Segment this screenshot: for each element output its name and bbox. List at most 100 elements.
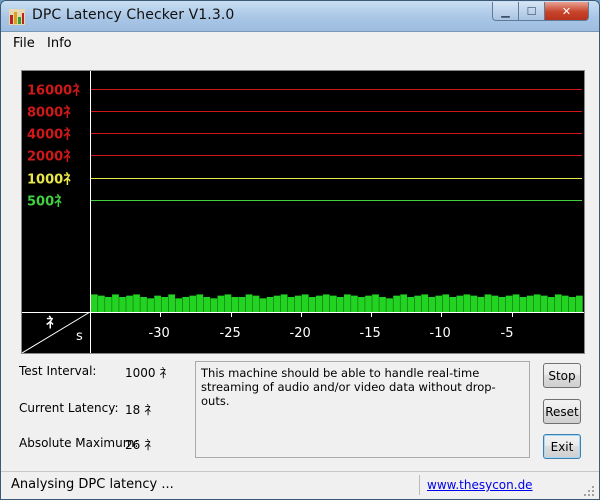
- latency-bar: [140, 296, 147, 312]
- latency-bar: [273, 295, 281, 312]
- latency-bar: [301, 294, 309, 312]
- latency-bar: [484, 294, 492, 312]
- latency-bar: [512, 294, 520, 312]
- title-bar[interactable]: DPC Latency Checker V1.3.0 ▁ ☐ ✕: [1, 1, 599, 32]
- latency-bar: [337, 296, 344, 312]
- latency-bar: [421, 294, 429, 312]
- latency-bar: [526, 295, 534, 312]
- latency-bar: [561, 295, 569, 312]
- latency-bar: [393, 295, 400, 312]
- status-message-box: This machine should be able to handle re…: [195, 361, 530, 458]
- resize-grip-icon[interactable]: [583, 485, 595, 497]
- latency-bar: [231, 296, 239, 312]
- reset-button[interactable]: Reset: [543, 399, 581, 424]
- latency-bar: [133, 294, 140, 312]
- latency-bar: [168, 294, 176, 312]
- latency-bar: [519, 296, 527, 312]
- latency-bar: [358, 296, 365, 312]
- menu-bar: File Info: [7, 32, 593, 56]
- latency-bar: [189, 295, 197, 312]
- x-tick-label: -20: [290, 326, 311, 341]
- x-tick-label: -15: [360, 326, 381, 341]
- latency-bar: [568, 296, 576, 312]
- latency-bar: [470, 295, 478, 312]
- y-tick-label: 16000礻: [27, 83, 85, 99]
- x-unit-label: s: [76, 329, 83, 344]
- status-separator: [419, 475, 420, 495]
- latency-bar: [266, 296, 274, 312]
- latency-bar: [547, 296, 555, 312]
- test-interval-value: 1000 礻: [125, 366, 172, 380]
- latency-bar: [105, 296, 112, 312]
- website-link[interactable]: www.thesycon.de: [427, 478, 533, 492]
- menu-file[interactable]: File: [13, 36, 35, 51]
- x-tick-label: -30: [149, 326, 170, 341]
- latency-bar: [210, 298, 218, 312]
- x-tick-label: -25: [220, 326, 241, 341]
- latency-bar: [126, 295, 133, 312]
- maximize-button[interactable]: ☐: [518, 2, 545, 21]
- y-unit-label: 礻: [46, 315, 59, 331]
- x-tick-label: -5: [501, 326, 514, 341]
- latency-bar: [147, 298, 154, 312]
- stop-button[interactable]: Stop: [543, 363, 581, 388]
- latency-bar: [245, 294, 253, 312]
- exit-button[interactable]: Exit: [543, 434, 581, 459]
- latency-bar: [400, 294, 407, 312]
- latency-bar: [315, 295, 323, 312]
- latency-bar: [196, 294, 204, 312]
- latency-bar: [329, 295, 337, 312]
- latency-bar: [344, 294, 351, 312]
- latency-bar: [477, 296, 485, 312]
- latency-bar: [379, 296, 386, 312]
- latency-bar: [119, 296, 126, 312]
- latency-bar: [287, 296, 295, 312]
- menu-info[interactable]: Info: [47, 36, 72, 51]
- minimize-button[interactable]: ▁: [492, 2, 519, 21]
- latency-bar: [365, 295, 372, 312]
- app-window: DPC Latency Checker V1.3.0 ▁ ☐ ✕ File In…: [0, 0, 600, 500]
- latency-bar: [322, 294, 330, 312]
- latency-bar: [407, 296, 415, 312]
- app-bar-chart-icon: [9, 9, 25, 25]
- y-tick-label: 1000礻: [27, 172, 76, 188]
- latency-bar: [554, 294, 562, 312]
- latency-bar: [252, 295, 260, 312]
- latency-bar: [575, 295, 583, 312]
- latency-bar: [154, 295, 161, 312]
- current-latency-value: 18 礻: [125, 403, 157, 417]
- y-tick-label: 2000礻: [27, 149, 76, 165]
- latency-bar: [217, 295, 225, 312]
- latency-chart: 16000礻 8000礻 4000礻 2000礻 1000礻 500礻礻 s -30 -25 -2…: [21, 70, 585, 354]
- latency-bar: [463, 294, 471, 312]
- latency-chart-svg: 16000礻 8000礻 4000礻 2000礻 1000礻 500礻礻 s -30 -25 -2…: [22, 71, 584, 353]
- latency-bar: [280, 294, 288, 312]
- client-area: File Info 16000礻 8000礻 4000礻 2000礻 1000礻 500礻…: [7, 32, 593, 476]
- latency-bar: [351, 295, 358, 312]
- latency-bar: [498, 296, 506, 312]
- latency-bar: [175, 298, 183, 312]
- current-latency-label: Current Latency:: [19, 401, 119, 415]
- latency-bar: [91, 294, 98, 312]
- status-text: Analysing DPC latency ...: [11, 477, 174, 492]
- x-tick-label: -10: [430, 326, 451, 341]
- latency-bar: [533, 294, 541, 312]
- y-tick-label: 8000礻: [27, 105, 76, 121]
- latency-bar: [294, 295, 302, 312]
- latency-bar: [203, 296, 211, 312]
- latency-bar: [428, 296, 436, 312]
- latency-bar: [238, 296, 246, 312]
- absolute-maximum-label: Absolute Maximum:: [19, 436, 139, 450]
- window-title: DPC Latency Checker V1.3.0: [32, 7, 235, 23]
- status-bar: Analysing DPC latency ... www.thesycon.d…: [1, 471, 599, 499]
- latency-bar: [442, 294, 450, 312]
- latency-bar: [98, 295, 105, 312]
- close-button[interactable]: ✕: [544, 2, 589, 21]
- latency-bar: [224, 294, 232, 312]
- latency-bar: [505, 295, 513, 312]
- latency-bar: [112, 294, 119, 312]
- y-tick-label: 4000礻: [27, 127, 76, 143]
- latency-bar: [540, 295, 548, 312]
- latency-bar: [259, 298, 267, 312]
- latency-bar: [456, 295, 464, 312]
